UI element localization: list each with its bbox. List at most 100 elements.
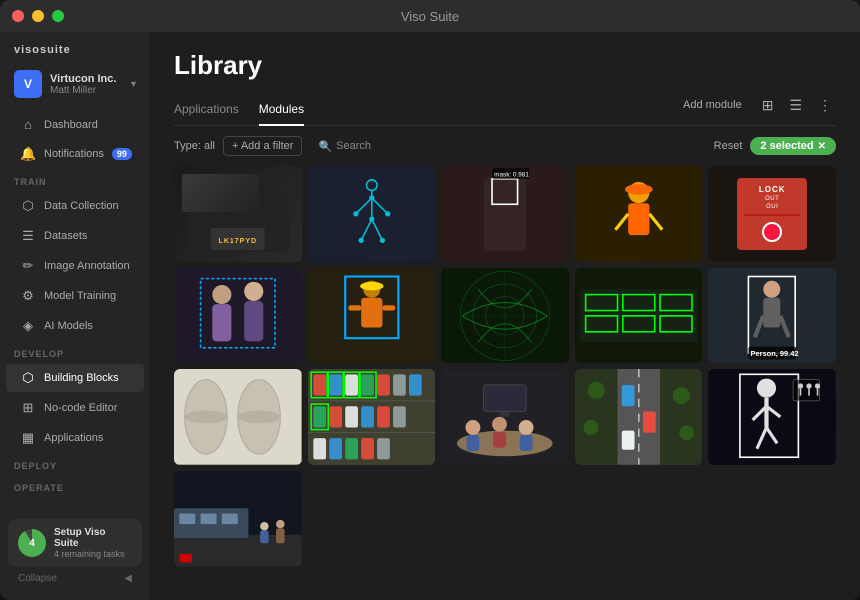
sidebar-item-dashboard[interactable]: ⌂ Dashboard [6,111,144,138]
svg-text:mask: 0.981: mask: 0.981 [494,172,529,179]
reset-area: Reset 2 selected ✕ [714,137,836,155]
alarm-box: LOCK OUT GUI [737,178,807,250]
annotation-icon: ✏ [20,258,36,274]
search-icon: 🔍 [318,140,332,153]
close-button[interactable] [12,10,24,22]
collapse-icon: ◀ [124,573,132,584]
sidebar-item-applications[interactable]: ▦ Applications [6,424,144,452]
grid-item-7[interactable] [308,268,436,364]
grid-item-14[interactable] [575,369,703,465]
sidebar-item-label: Dashboard [44,119,98,131]
maximize-button[interactable] [52,10,64,22]
grid-item-10[interactable]: Person, 99.42 [708,268,836,364]
account-switcher[interactable]: V Virtucon Inc. Matt Miller ▾ [0,64,150,110]
sidebar-item-model-training[interactable]: ⚙ Model Training [6,282,144,310]
sidebar-item-label: AI Models [44,320,93,332]
chevron-down-icon: ▾ [131,79,136,90]
grid-item-12[interactable] [308,369,436,465]
sidebar-bottom: 4 Setup Viso Suite 4 remaining tasks Col… [0,509,150,600]
search-label: Search [336,140,371,152]
company-name: Virtucon Inc. [50,73,123,85]
training-icon: ⚙ [20,288,36,304]
sidebar-item-label: Building Blocks [44,372,119,384]
logo-text: visosuite [14,44,71,56]
sidebar-item-notifications[interactable]: 🔔 Notifications 99 [6,140,144,168]
setup-subtitle: 4 remaining tasks [54,549,132,559]
dashboard-icon: ⌂ [20,117,36,132]
tab-applications[interactable]: Applications [174,94,239,126]
setup-progress-icon: 4 [18,529,46,557]
sidebar-item-label: Model Training [44,290,116,302]
sidebar-item-image-annotation[interactable]: ✏ Image Annotation [6,252,144,280]
sidebar-item-label: Datasets [44,230,87,242]
sidebar-item-no-code-editor[interactable]: ⊞ No-code Editor [6,394,144,422]
search-box[interactable]: 🔍 Search [310,137,379,156]
sidebar-item-building-blocks[interactable]: ⬡ Building Blocks [6,364,144,392]
type-filter-button[interactable]: Type: all [174,140,215,152]
page-title: Library [174,50,836,81]
sidebar-item-data-collection[interactable]: ⬡ Data Collection [6,192,144,220]
collection-icon: ⬡ [20,198,36,214]
grid-item-16[interactable] [174,471,302,567]
setup-title: Setup Viso Suite [54,527,132,549]
deploy-section-label: DEPLOY [0,453,150,475]
minimize-button[interactable] [32,10,44,22]
sidebar-item-label: Applications [44,432,103,444]
module-grid: LK17PYD [174,166,836,567]
app-window: Viso Suite visosuite V Virtucon Inc. Mat… [0,0,860,600]
editor-icon: ⊞ [20,400,36,416]
blocks-icon: ⬡ [20,370,36,386]
grid-item-15[interactable] [708,369,836,465]
grid-view-button[interactable]: ⊞ [758,95,778,116]
sidebar-item-ai-models[interactable]: ◈ AI Models [6,312,144,340]
collapse-button[interactable]: Collapse ◀ [8,567,142,590]
page-header: Library Applications Modules Add module … [150,32,860,126]
app-body: visosuite V Virtucon Inc. Matt Miller ▾ … [0,32,860,600]
svg-text:Person, 99.42: Person, 99.42 [751,349,799,358]
apps-icon: ▦ [20,430,36,446]
grid-item-5[interactable]: LOCK OUT GUI [708,166,836,262]
grid-item-3[interactable]: mask: 0.981 [441,166,569,262]
add-filter-label: + Add a filter [232,140,293,152]
grid-item-2[interactable] [308,166,436,262]
add-module-button[interactable]: Add module [675,95,750,115]
avatar: V [14,70,42,98]
filter-toolbar: Type: all + Add a filter 🔍 Search Reset … [150,126,860,166]
selected-count: 2 selected [760,140,813,152]
bell-icon: 🔔 [20,146,36,162]
reset-button[interactable]: Reset [714,140,743,152]
tab-modules[interactable]: Modules [259,94,304,126]
collapse-label: Collapse [18,573,57,584]
sidebar-item-datasets[interactable]: ☰ Datasets [6,222,144,250]
selected-badge: 2 selected ✕ [750,137,836,155]
models-icon: ◈ [20,318,36,334]
more-options-button[interactable]: ⋮ [814,95,836,116]
tabs-actions: Add module ⊞ ☰ ⋮ [675,95,836,124]
sidebar-item-label: No-code Editor [44,402,117,414]
logo-area: visosuite [0,32,150,64]
grid-item-13[interactable] [441,369,569,465]
close-icon[interactable]: ✕ [818,141,826,152]
add-filter-button[interactable]: + Add a filter [223,136,302,156]
sidebar: visosuite V Virtucon Inc. Matt Miller ▾ … [0,32,150,600]
type-filter-label: Type: all [174,140,215,152]
grid-item-11[interactable] [174,369,302,465]
sidebar-item-label: Notifications [44,148,104,160]
tabs-bar: Applications Modules Add module ⊞ ☰ ⋮ [174,93,836,126]
setup-card[interactable]: 4 Setup Viso Suite 4 remaining tasks [8,519,142,567]
grid-item-1[interactable]: LK17PYD [174,166,302,262]
main-content: Library Applications Modules Add module … [150,32,860,600]
notification-badge: 99 [112,148,132,160]
account-info: Virtucon Inc. Matt Miller [50,73,123,96]
setup-info: Setup Viso Suite 4 remaining tasks [54,527,132,559]
window-title: Viso Suite [401,9,459,24]
datasets-icon: ☰ [20,228,36,244]
module-grid-container: LK17PYD [150,166,860,600]
develop-section-label: DEVELOP [0,341,150,363]
train-section-label: TRAIN [0,169,150,191]
list-view-button[interactable]: ☰ [785,95,806,116]
grid-item-8[interactable] [441,268,569,364]
grid-item-9[interactable] [575,268,703,364]
grid-item-4[interactable] [575,166,703,262]
grid-item-6[interactable] [174,268,302,364]
